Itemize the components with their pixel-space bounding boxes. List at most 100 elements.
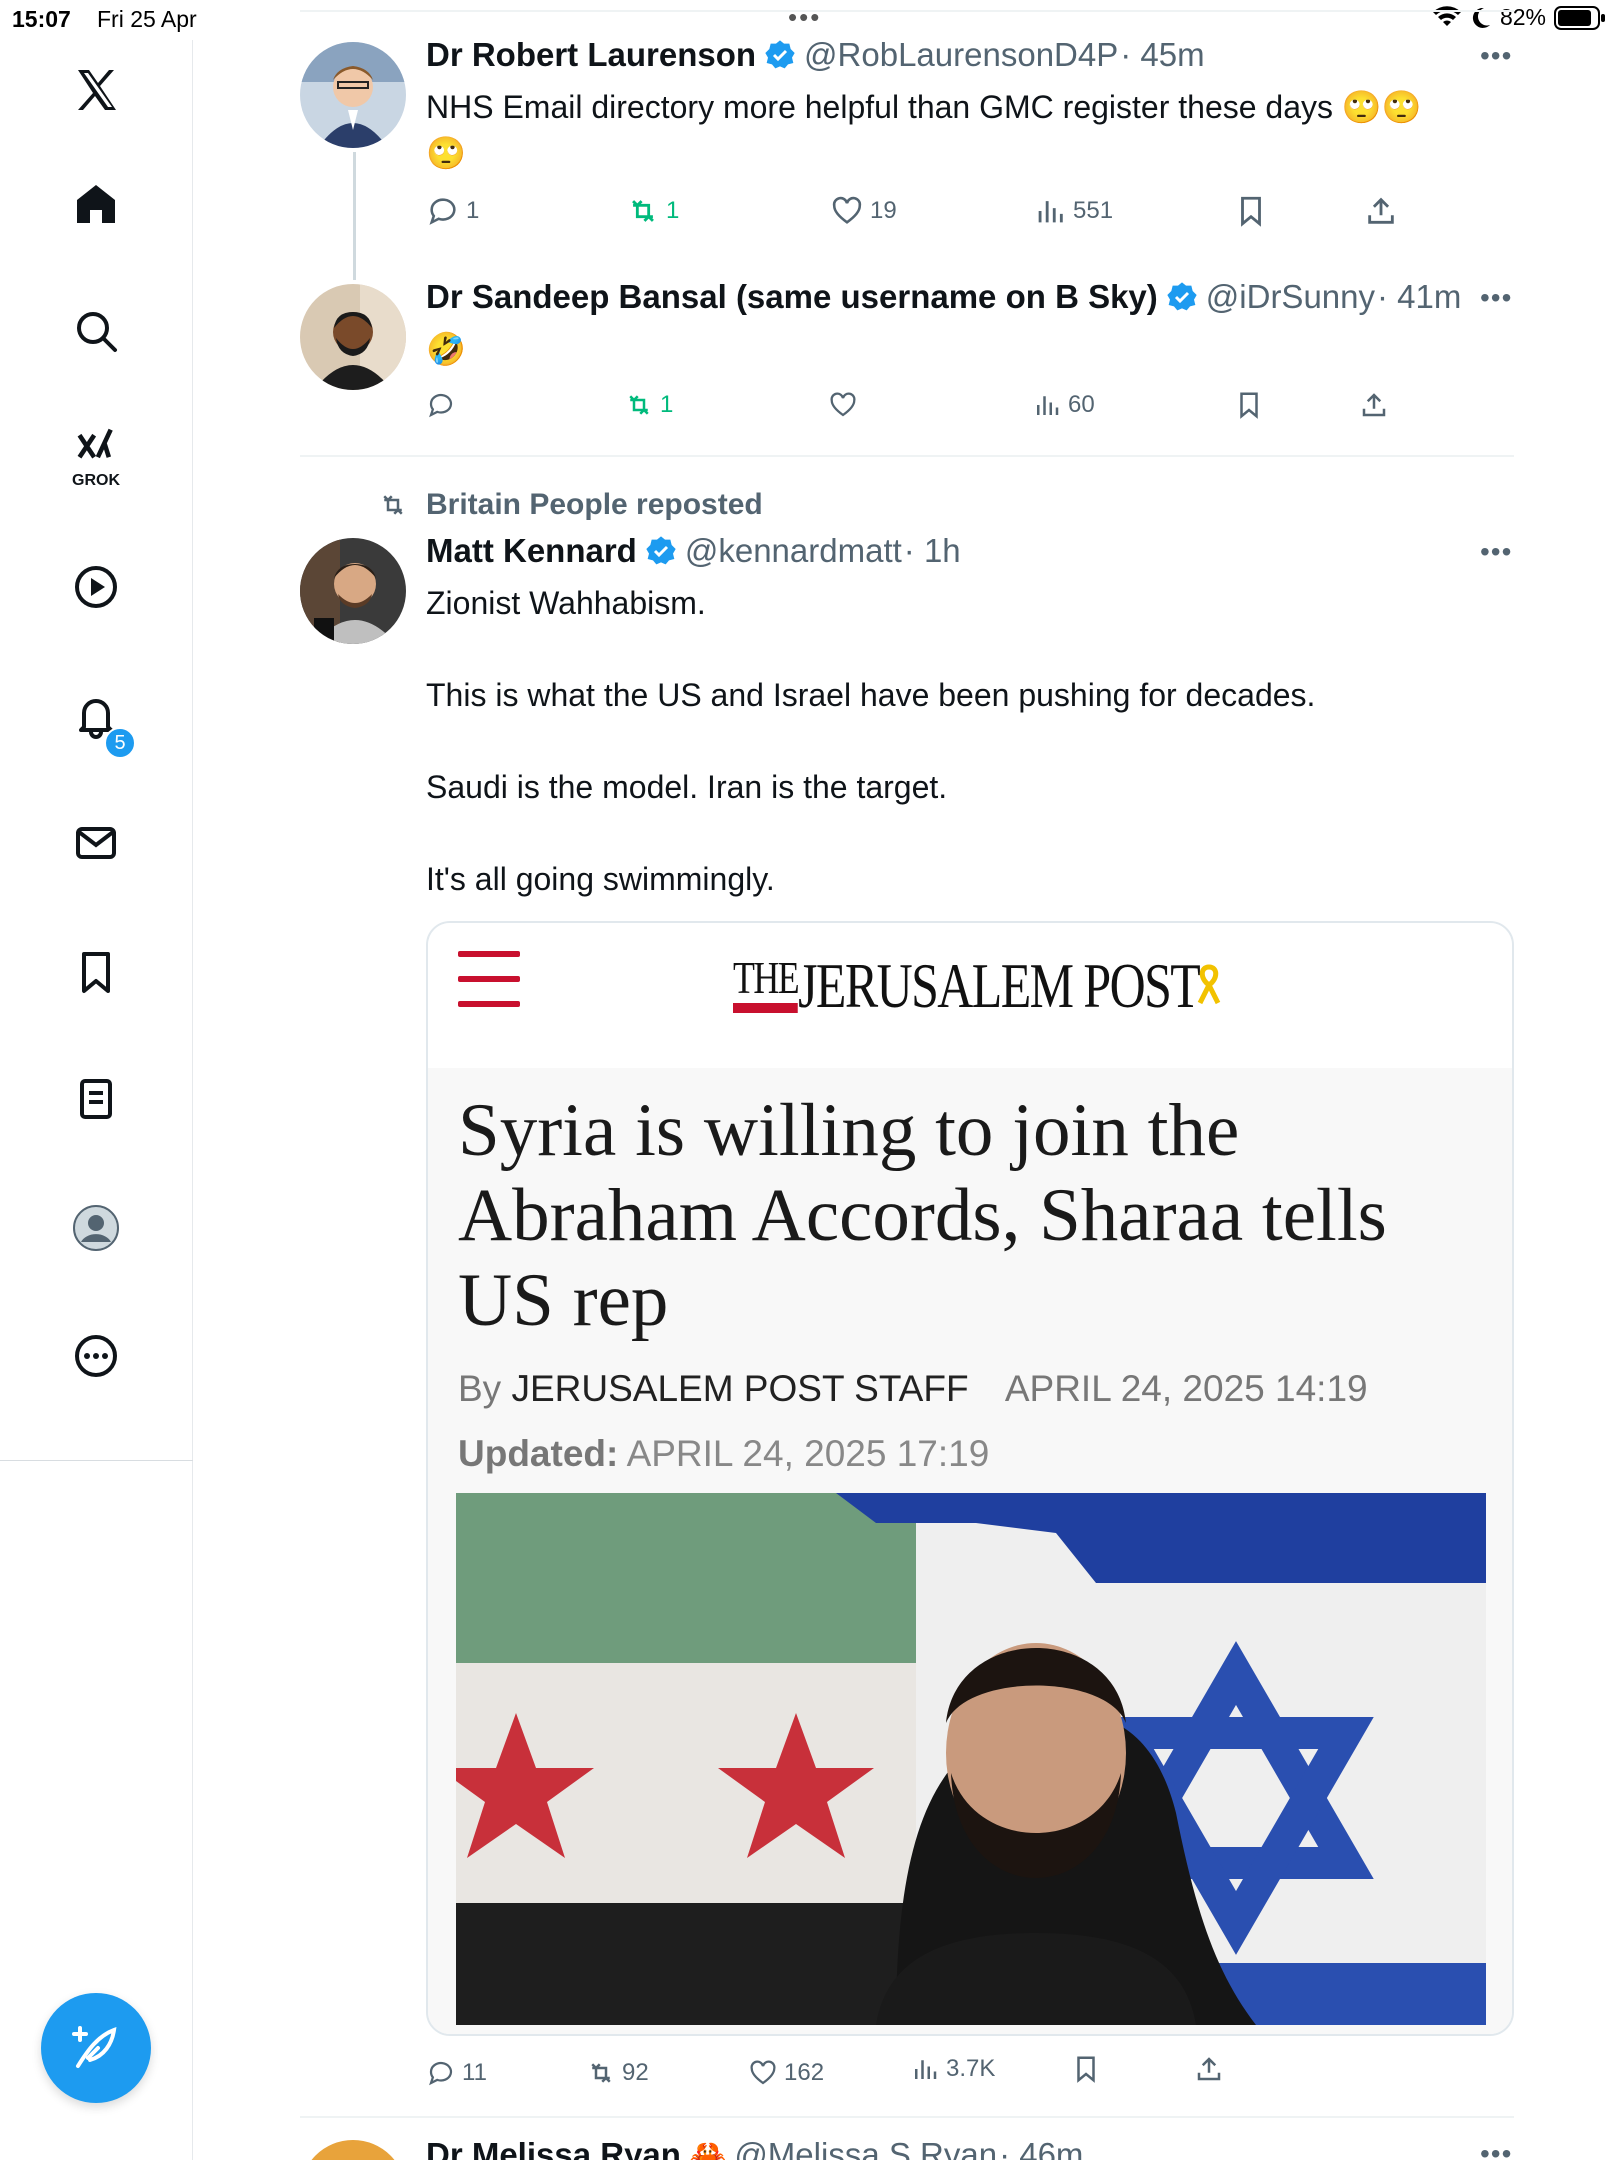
lists-icon[interactable] [58, 1061, 134, 1137]
tweet-divider [300, 2116, 1514, 2118]
reposted-icon [383, 495, 403, 515]
sidebar-divider [0, 1460, 193, 1461]
author-handle[interactable]: @iDrSunny [1206, 278, 1375, 316]
repost-count: 1 [666, 197, 680, 224]
notifications-badge: 5 [104, 727, 136, 759]
share-button[interactable] [1364, 194, 1398, 228]
byline-by: By [458, 1368, 502, 1409]
tweet-text: Zionist Wahhabism. This is what the US a… [426, 580, 1526, 902]
like-button[interactable]: 19 [830, 194, 897, 228]
like-button[interactable] [828, 390, 864, 420]
jpost-header: THEJERUSALEM POST [428, 923, 1512, 1068]
more-menu-icon[interactable]: ••• [1480, 536, 1512, 568]
avatar[interactable] [300, 284, 406, 390]
home-icon[interactable] [58, 166, 134, 242]
article-photo [456, 1493, 1486, 2025]
search-icon[interactable] [58, 293, 134, 369]
views-button[interactable]: 60 [1032, 390, 1095, 420]
author-handle[interactable]: @RobLaurensonD4P [804, 36, 1118, 74]
article-byline: By JERUSALEM POST STAFF APRIL 24, 2025 1… [458, 1368, 1368, 1410]
repost-button[interactable]: 92 [586, 2058, 649, 2088]
author-name[interactable]: Dr Melissa Ryan [426, 2136, 681, 2160]
bookmarks-icon[interactable] [58, 934, 134, 1010]
reply-count: 11 [462, 2059, 487, 2086]
reply-button[interactable]: 1 [426, 194, 479, 228]
avatar[interactable] [300, 42, 406, 148]
profile-avatar-icon[interactable] [58, 1190, 134, 1266]
avatar[interactable] [300, 538, 406, 644]
reply-button[interactable]: 11 [426, 2058, 487, 2088]
battery-icon [1554, 5, 1605, 30]
share-button[interactable] [1359, 390, 1389, 420]
status-bar: 15:07 Fri 25 Apr ••• 82% [0, 0, 1620, 40]
bookmark-button[interactable] [1071, 2054, 1101, 2084]
grok-label: GROK [72, 472, 120, 489]
repost-button[interactable]: 1 [624, 390, 673, 420]
bookmark-icon [1077, 2056, 1095, 2083]
share-button[interactable] [1194, 2054, 1224, 2084]
more-menu-icon[interactable]: ••• [1480, 40, 1512, 72]
sidebar: GROK 5 [0, 40, 193, 2160]
reply-icon [429, 2061, 453, 2086]
repost-icon [629, 395, 649, 415]
tweet-paragraph: This is what the US and Israel have been… [426, 677, 1316, 713]
views-button[interactable]: 551 [1033, 194, 1113, 228]
byline-date: APRIL 24, 2025 14:19 [1004, 1368, 1368, 1409]
tweet-timestamp[interactable]: · 45m [1120, 36, 1204, 74]
compose-post-button[interactable] [41, 1993, 151, 2103]
like-count: 19 [870, 197, 897, 224]
view-count: 3.7K [946, 2055, 996, 2082]
tweet-paragraph: Zionist Wahhabism. [426, 585, 706, 621]
repost-count: 1 [660, 391, 674, 418]
tweet-divider [300, 455, 1514, 457]
author-handle[interactable]: @kennardmatt [685, 532, 902, 570]
like-count: 162 [784, 2059, 825, 2086]
view-count: 551 [1073, 197, 1114, 224]
avatar[interactable] [300, 2140, 406, 2160]
tweet-image-card[interactable]: THEJERUSALEM POST Syria is willing to jo… [426, 921, 1514, 2036]
repost-context[interactable]: Britain People reposted [376, 488, 763, 522]
multitasking-dots-icon[interactable]: ••• [788, 2, 821, 33]
more-options-icon[interactable] [58, 1318, 134, 1394]
verified-badge-icon [646, 536, 676, 565]
more-menu-icon[interactable]: ••• [1480, 2138, 1512, 2160]
updated-date: APRIL 24, 2025 17:19 [626, 1433, 990, 1474]
x-logo-glyph [78, 70, 116, 110]
x-logo-icon[interactable] [58, 52, 134, 128]
like-button[interactable]: 162 [748, 2058, 824, 2088]
hamburger-menu-icon [458, 951, 520, 1007]
video-play-icon[interactable] [58, 549, 134, 625]
status-date: Fri 25 Apr [97, 6, 197, 32]
views-chart-icon [1038, 201, 1063, 223]
reply-icon [429, 198, 456, 225]
bookmark-button[interactable] [1234, 194, 1268, 228]
yellow-ribbon-icon [1197, 964, 1221, 1005]
more-menu-icon[interactable]: ••• [1480, 282, 1512, 314]
grok-nav[interactable]: GROK [58, 420, 134, 496]
author-name[interactable]: Dr Sandeep Bansal (same username on B Sk… [426, 278, 1158, 316]
view-count: 60 [1068, 391, 1095, 418]
logo-the: THE [733, 952, 800, 1013]
byline-author: JERUSALEM POST STAFF [511, 1368, 969, 1409]
tweet-text: NHS Email directory more helpful than GM… [426, 84, 1526, 176]
bookmark-icon [1240, 392, 1258, 419]
battery-percent: 82% [1499, 4, 1546, 30]
bookmark-button[interactable] [1234, 390, 1264, 420]
views-chart-icon [1037, 396, 1059, 415]
compose-feather-icon [72, 2026, 117, 2068]
messages-envelope-icon[interactable] [58, 805, 134, 881]
reply-icon [429, 393, 453, 418]
author-name[interactable]: Dr Robert Laurenson [426, 36, 756, 74]
tweet-timestamp[interactable]: · 1h [904, 532, 961, 570]
author-name[interactable]: Matt Kennard [426, 532, 637, 570]
share-upload-icon [1362, 393, 1386, 417]
article-updated: Updated: APRIL 24, 2025 17:19 [458, 1433, 989, 1475]
repost-button[interactable]: 1 [626, 194, 679, 228]
tweet-timestamp[interactable]: · 41m [1377, 278, 1461, 316]
author-handle[interactable]: @Melissa S Ryan [734, 2136, 997, 2160]
views-button[interactable]: 3.7K [910, 2054, 995, 2084]
heart-icon [832, 196, 862, 224]
repost-label: Britain People reposted [426, 488, 763, 521]
reply-button[interactable] [426, 390, 462, 420]
tweet-timestamp[interactable]: · 46m [999, 2136, 1083, 2160]
